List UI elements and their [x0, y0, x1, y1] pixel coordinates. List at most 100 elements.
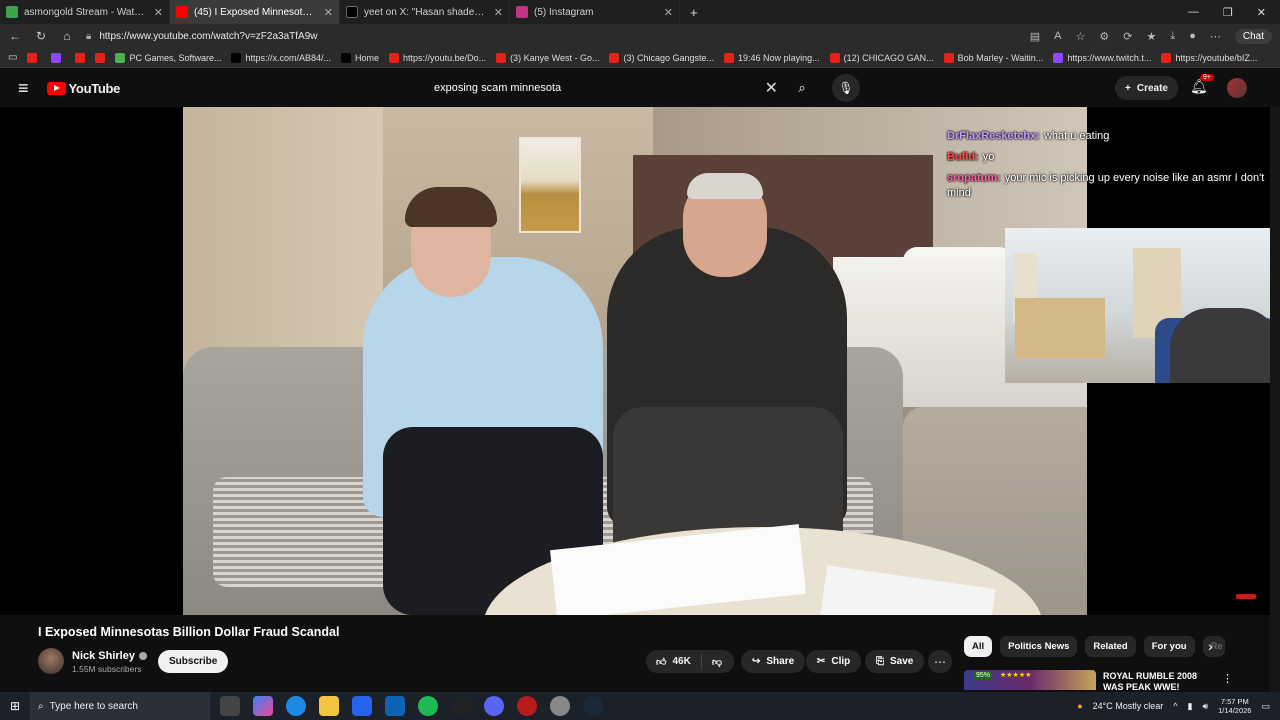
extensions-icon[interactable]: ⚙ — [1099, 30, 1109, 43]
clip-button[interactable]: ✂ Clip — [806, 650, 862, 673]
youtube-logo[interactable]: YouTube — [46, 81, 120, 96]
microsoft-store-icon[interactable] — [352, 696, 372, 716]
subscriber-count: 1.55M subscribers — [72, 664, 142, 674]
obs-icon[interactable] — [451, 696, 471, 716]
close-tab-icon[interactable]: ✕ — [664, 6, 673, 19]
bookmark-item[interactable]: Bob Marley - Waitin... — [943, 52, 1043, 63]
bookmark-item[interactable]: https://youtu.be/Do... — [389, 52, 486, 63]
channel-avatar[interactable] — [38, 648, 64, 674]
spotify-icon[interactable] — [418, 696, 438, 716]
favorite-star-icon[interactable]: ☆ — [1076, 30, 1086, 43]
like-dislike-group: 👍︎ 46K 👎︎ — [646, 650, 734, 673]
maximize-icon[interactable]: ❐ — [1223, 6, 1233, 19]
voice-search-button[interactable]: 🎙︎ — [832, 74, 860, 102]
bookmark-item[interactable]: https://youtube/bIZ... — [1161, 52, 1257, 63]
live-indicator — [1236, 594, 1256, 599]
recommendation-title[interactable]: ROYAL RUMBLE 2008 WAS PEAK WWE! — [1103, 671, 1203, 690]
app-icon[interactable] — [550, 696, 570, 716]
more-actions-button[interactable]: ⋯ — [928, 650, 952, 673]
tab-asmongold[interactable]: asmongold Stream - Watch Live o ✕ — [0, 0, 170, 24]
menu-dots-icon[interactable]: ⋯ — [1210, 30, 1221, 43]
gaming-chair — [1170, 308, 1280, 383]
outlook-icon[interactable] — [385, 696, 405, 716]
bookmark-item[interactable]: https://www.twitch.t... — [1053, 52, 1151, 63]
task-view-icon[interactable] — [220, 696, 240, 716]
taskbar-search-input[interactable]: ⌕ Type here to search — [30, 692, 210, 720]
notification-badge: 9+ — [1200, 74, 1214, 81]
file-explorer-icon[interactable] — [319, 696, 339, 716]
chevron-right-icon[interactable]: › — [1208, 638, 1213, 654]
home-icon[interactable]: ⌂ — [60, 29, 74, 43]
notification-center-icon[interactable]: ▭ — [1261, 701, 1270, 712]
notifications-button[interactable]: 🔔︎ 9+ — [1190, 74, 1214, 95]
app-icon[interactable] — [517, 696, 537, 716]
tab-instagram[interactable]: (5) Instagram ✕ — [510, 0, 680, 24]
page-scrollbar[interactable] — [1270, 107, 1280, 692]
weather-text[interactable]: 24°C Mostly clear — [1093, 701, 1164, 711]
chat-username: Bufld: — [947, 151, 979, 163]
collections-icon[interactable]: ★ — [1146, 30, 1156, 43]
windows-start-icon[interactable]: ⊞ — [0, 699, 30, 713]
video-title: I Exposed Minnesotas Billion Dollar Frau… — [38, 625, 340, 639]
bookmark-item[interactable] — [75, 52, 86, 63]
bookmark-item[interactable]: Home — [341, 52, 379, 63]
subscribe-button[interactable]: Subscribe — [158, 650, 229, 673]
close-tab-icon[interactable]: ✕ — [154, 6, 163, 19]
chip-all[interactable]: All — [964, 636, 993, 657]
hamburger-menu-icon[interactable]: ≡ — [18, 78, 29, 99]
save-button[interactable]: ⎘ Save — [865, 650, 925, 673]
profile-icon[interactable]: ● — [1189, 30, 1196, 42]
minimize-icon[interactable]: — — [1188, 6, 1199, 19]
video-player[interactable]: DrFlaxResketchx: what u eating Bufld: yo s… — [0, 107, 1280, 615]
bookmark-item[interactable]: (3) Kanye West - Go... — [496, 52, 599, 63]
clear-search-icon[interactable]: ✕ — [765, 78, 778, 98]
bookmark-item[interactable]: (12) CHICAGO GAN... — [829, 52, 934, 63]
bookmark-item[interactable] — [51, 52, 65, 63]
chip-related[interactable]: Related — [1085, 636, 1136, 657]
refresh-icon[interactable]: ↻ — [34, 29, 48, 43]
weather-icon[interactable]: ● — [1077, 701, 1082, 711]
close-tab-icon[interactable]: ✕ — [324, 6, 333, 19]
chip-for-you[interactable]: For you — [1143, 636, 1195, 657]
downloads-icon[interactable]: ⤓ — [1170, 30, 1175, 43]
read-aloud-icon[interactable]: A — [1054, 30, 1061, 42]
share-button[interactable]: ↪ Share — [741, 650, 806, 673]
copilot-icon[interactable] — [253, 696, 273, 716]
bookmark-item[interactable] — [27, 52, 41, 63]
tab-youtube-video[interactable]: (45) I Exposed Minnesotas Billion ✕ — [170, 0, 340, 24]
reader-icon[interactable]: ▤ — [1030, 30, 1040, 43]
network-icon[interactable]: ▮ — [1187, 701, 1192, 712]
search-button[interactable]: ⌕ — [788, 74, 816, 102]
bookmark-item[interactable]: 19:46 Now playing... — [724, 52, 820, 63]
clock[interactable]: 7:57 PM 1/14/2026 — [1218, 697, 1251, 715]
discord-icon[interactable] — [484, 696, 504, 716]
sync-icon[interactable]: ⟳ — [1123, 30, 1132, 43]
tray-chevron-icon[interactable]: ^ — [1173, 701, 1177, 711]
chip-politics-news[interactable]: Politics News — [1000, 636, 1078, 657]
new-tab-button[interactable]: + — [680, 5, 708, 20]
edge-browser-icon[interactable] — [286, 696, 306, 716]
create-button[interactable]: + Create — [1115, 76, 1178, 100]
channel-name[interactable]: Nick Shirley — [72, 650, 147, 662]
like-button[interactable]: 👍︎ 46K — [646, 654, 702, 669]
bookmark-item[interactable]: https://x.com/AB84/... — [231, 52, 331, 63]
tab-x-post[interactable]: yeet on X: "Hasan shades Adin Ro ✕ — [340, 0, 510, 24]
search-icon: ⌕ — [798, 80, 806, 95]
copilot-chat-button[interactable]: Chat — [1234, 28, 1272, 44]
kebab-menu-icon[interactable]: ⋮ — [1222, 672, 1233, 685]
close-window-icon[interactable]: ✕ — [1257, 6, 1266, 19]
url-field[interactable]: 🔒︎ https://www.youtube.com/watch?v=zF2a3… — [86, 27, 1018, 45]
bookmark-item[interactable]: (3) Chicago Gangste... — [609, 52, 714, 63]
chip-recently-uploaded[interactable]: Re — [1202, 636, 1225, 657]
dislike-button[interactable]: 👎︎ — [702, 656, 732, 668]
recommendation-thumbnail[interactable]: 95% ★★★★★ — [964, 670, 1096, 690]
close-tab-icon[interactable]: ✕ — [494, 6, 503, 19]
bookmark-item[interactable] — [95, 52, 106, 63]
volume-icon[interactable]: 🔊︎ — [1202, 701, 1208, 712]
account-avatar[interactable] — [1227, 78, 1247, 98]
back-icon[interactable]: ← — [8, 29, 22, 43]
steam-icon[interactable] — [583, 696, 603, 716]
bookmark-item[interactable]: PC Games, Software... — [115, 52, 221, 63]
bookmark-folder-icon[interactable]: ▭ — [8, 52, 17, 63]
search-input[interactable]: exposing scam minnesota ✕ — [424, 74, 786, 102]
